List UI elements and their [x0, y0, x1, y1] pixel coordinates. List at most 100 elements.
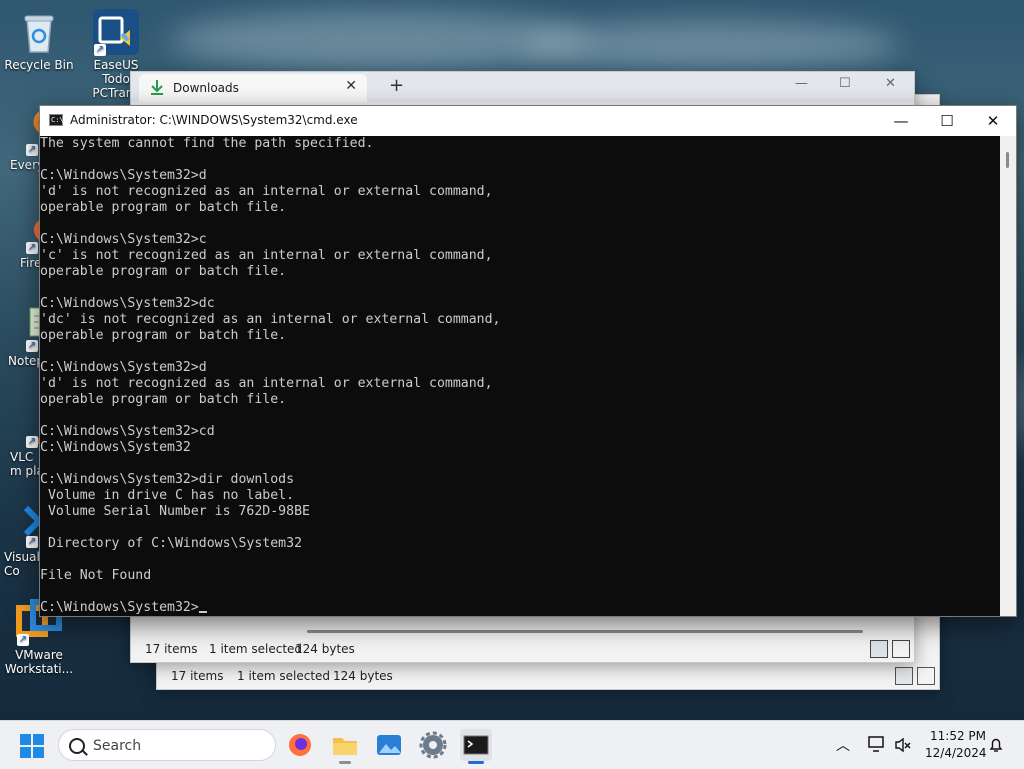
cmd-app-icon: C:\	[49, 114, 64, 126]
status-item-count: 17 items	[145, 642, 198, 656]
details-view-button[interactable]	[895, 667, 913, 685]
maximize-icon[interactable]: ☐	[839, 76, 851, 91]
terminal-icon	[463, 735, 489, 755]
tab-bar: Downloads ✕ + — ☐ ✕	[131, 72, 914, 102]
shortcut-arrow-icon: ↗	[94, 44, 106, 56]
console-line: 'dc' is not recognized as an internal or…	[40, 312, 501, 327]
console-line: File Not Found	[40, 568, 152, 583]
console-line: Volume in drive C has no label.	[40, 488, 295, 503]
taskbar-photos[interactable]	[373, 729, 405, 761]
console-line: operable program or batch file.	[40, 328, 287, 343]
firefox-icon	[289, 734, 311, 756]
status-size: 124 bytes	[295, 642, 355, 656]
shortcut-arrow-icon: ↗	[17, 634, 29, 646]
console-output[interactable]: The system cannot find the path specifie…	[40, 136, 1000, 616]
console-line: 'd' is not recognized as an internal or …	[40, 376, 493, 391]
console-line: The system cannot find the path specifie…	[40, 136, 374, 151]
notification-bell-icon[interactable]	[988, 736, 1004, 754]
status-size: 124 bytes	[333, 669, 393, 683]
tiles-view-button[interactable]	[917, 667, 935, 685]
running-indicator	[339, 761, 351, 764]
text-cursor	[198, 611, 207, 613]
console-prompt: C:\Windows\System32>	[40, 600, 199, 615]
console-prompt-line: C:\Windows\System32>	[40, 600, 1000, 616]
status-item-count: 17 items	[171, 669, 224, 683]
tiles-view-button[interactable]	[892, 640, 910, 658]
cmd-title-bar[interactable]: C:\ Administrator: C:\WINDOWS\System32\c…	[40, 106, 1016, 136]
recycle-bin-icon	[15, 8, 63, 56]
shortcut-arrow-icon: ↗	[26, 536, 38, 548]
horizontal-scrollbar[interactable]	[307, 630, 863, 633]
taskbar-settings[interactable]	[417, 729, 449, 761]
status-bar: 17 items 1 item selected 124 bytes	[157, 663, 939, 689]
minimize-icon[interactable]: —	[795, 76, 808, 91]
taskbar-file-explorer[interactable]	[329, 729, 361, 764]
photos-icon	[377, 735, 401, 755]
speaker-muted-icon[interactable]	[894, 736, 912, 754]
close-icon[interactable]: ✕	[885, 76, 896, 91]
console-line: C:\Windows\System32>dir downlods	[40, 472, 295, 487]
gear-icon	[419, 731, 447, 759]
console-line: C:\Windows\System32>cd	[40, 424, 215, 439]
minimize-button[interactable]: —	[878, 106, 924, 136]
console-line: operable program or batch file.	[40, 200, 287, 215]
desktop-icon-label: VMware Workstati...	[4, 648, 74, 676]
status-selected: 1 item selected	[237, 669, 331, 683]
show-hidden-icons-chevron-icon[interactable]: ︿	[836, 735, 850, 755]
vertical-scrollbar[interactable]	[1000, 136, 1016, 616]
taskbar: Search ︿ 11:52 PM 12/4/2024	[0, 720, 1024, 769]
taskbar-search-box[interactable]: Search	[58, 729, 276, 761]
maximize-button[interactable]: ☐	[924, 106, 970, 136]
taskbar-command-prompt[interactable]	[460, 729, 492, 764]
console-line: C:\Windows\System32>dc	[40, 296, 215, 311]
desktop-icon-recycle-bin[interactable]: Recycle Bin	[3, 8, 75, 72]
cmd-window[interactable]: C:\ Administrator: C:\WINDOWS\System32\c…	[39, 105, 1017, 617]
desktop-icon-label: Recycle Bin	[4, 58, 74, 72]
window-title: Administrator: C:\WINDOWS\System32\cmd.e…	[70, 113, 358, 127]
console-line: C:\Windows\System32>d	[40, 360, 207, 375]
status-bar: 17 items 1 item selected 124 bytes	[131, 636, 914, 662]
folder-icon	[333, 738, 357, 755]
console-line: operable program or batch file.	[40, 264, 287, 279]
download-arrow-icon	[151, 80, 163, 95]
scrollbar-thumb[interactable]	[1006, 152, 1009, 168]
search-icon	[69, 738, 85, 754]
console-line: C:\Windows\System32>d	[40, 168, 207, 183]
network-icon[interactable]	[868, 735, 888, 753]
shortcut-arrow-icon: ↗	[26, 242, 38, 254]
shortcut-arrow-icon: ↗	[26, 340, 38, 352]
tab-label: Downloads	[173, 81, 239, 95]
console-line: Volume Serial Number is 762D-98BE	[40, 504, 310, 519]
details-view-button[interactable]	[870, 640, 888, 658]
start-button[interactable]	[20, 734, 44, 758]
search-placeholder: Search	[93, 738, 142, 754]
shortcut-arrow-icon: ↗	[26, 144, 38, 156]
clock-time[interactable]: 11:52 PM	[930, 729, 986, 743]
active-indicator	[468, 761, 484, 764]
taskbar-firefox[interactable]	[284, 729, 316, 761]
console-line: 'c' is not recognized as an internal or …	[40, 248, 493, 263]
console-line: operable program or batch file.	[40, 392, 287, 407]
status-selected: 1 item selected	[209, 642, 303, 656]
tab-downloads[interactable]: Downloads ✕	[139, 74, 367, 102]
wallpaper-cloud	[520, 20, 900, 70]
close-tab-icon[interactable]: ✕	[345, 78, 357, 94]
desktop-icon-label: Visual Co	[4, 550, 40, 578]
console-line: 'd' is not recognized as an internal or …	[40, 184, 493, 199]
console-line: C:\Windows\System32	[40, 440, 191, 455]
close-button[interactable]: ✕	[970, 106, 1016, 136]
clock-date[interactable]: 12/4/2024	[925, 746, 987, 760]
new-tab-button[interactable]: +	[389, 75, 404, 96]
console-line: C:\Windows\System32>c	[40, 232, 207, 247]
console-line: Directory of C:\Windows\System32	[40, 536, 303, 551]
easeus-icon: ↗	[92, 8, 140, 56]
shortcut-arrow-icon: ↗	[26, 436, 38, 448]
